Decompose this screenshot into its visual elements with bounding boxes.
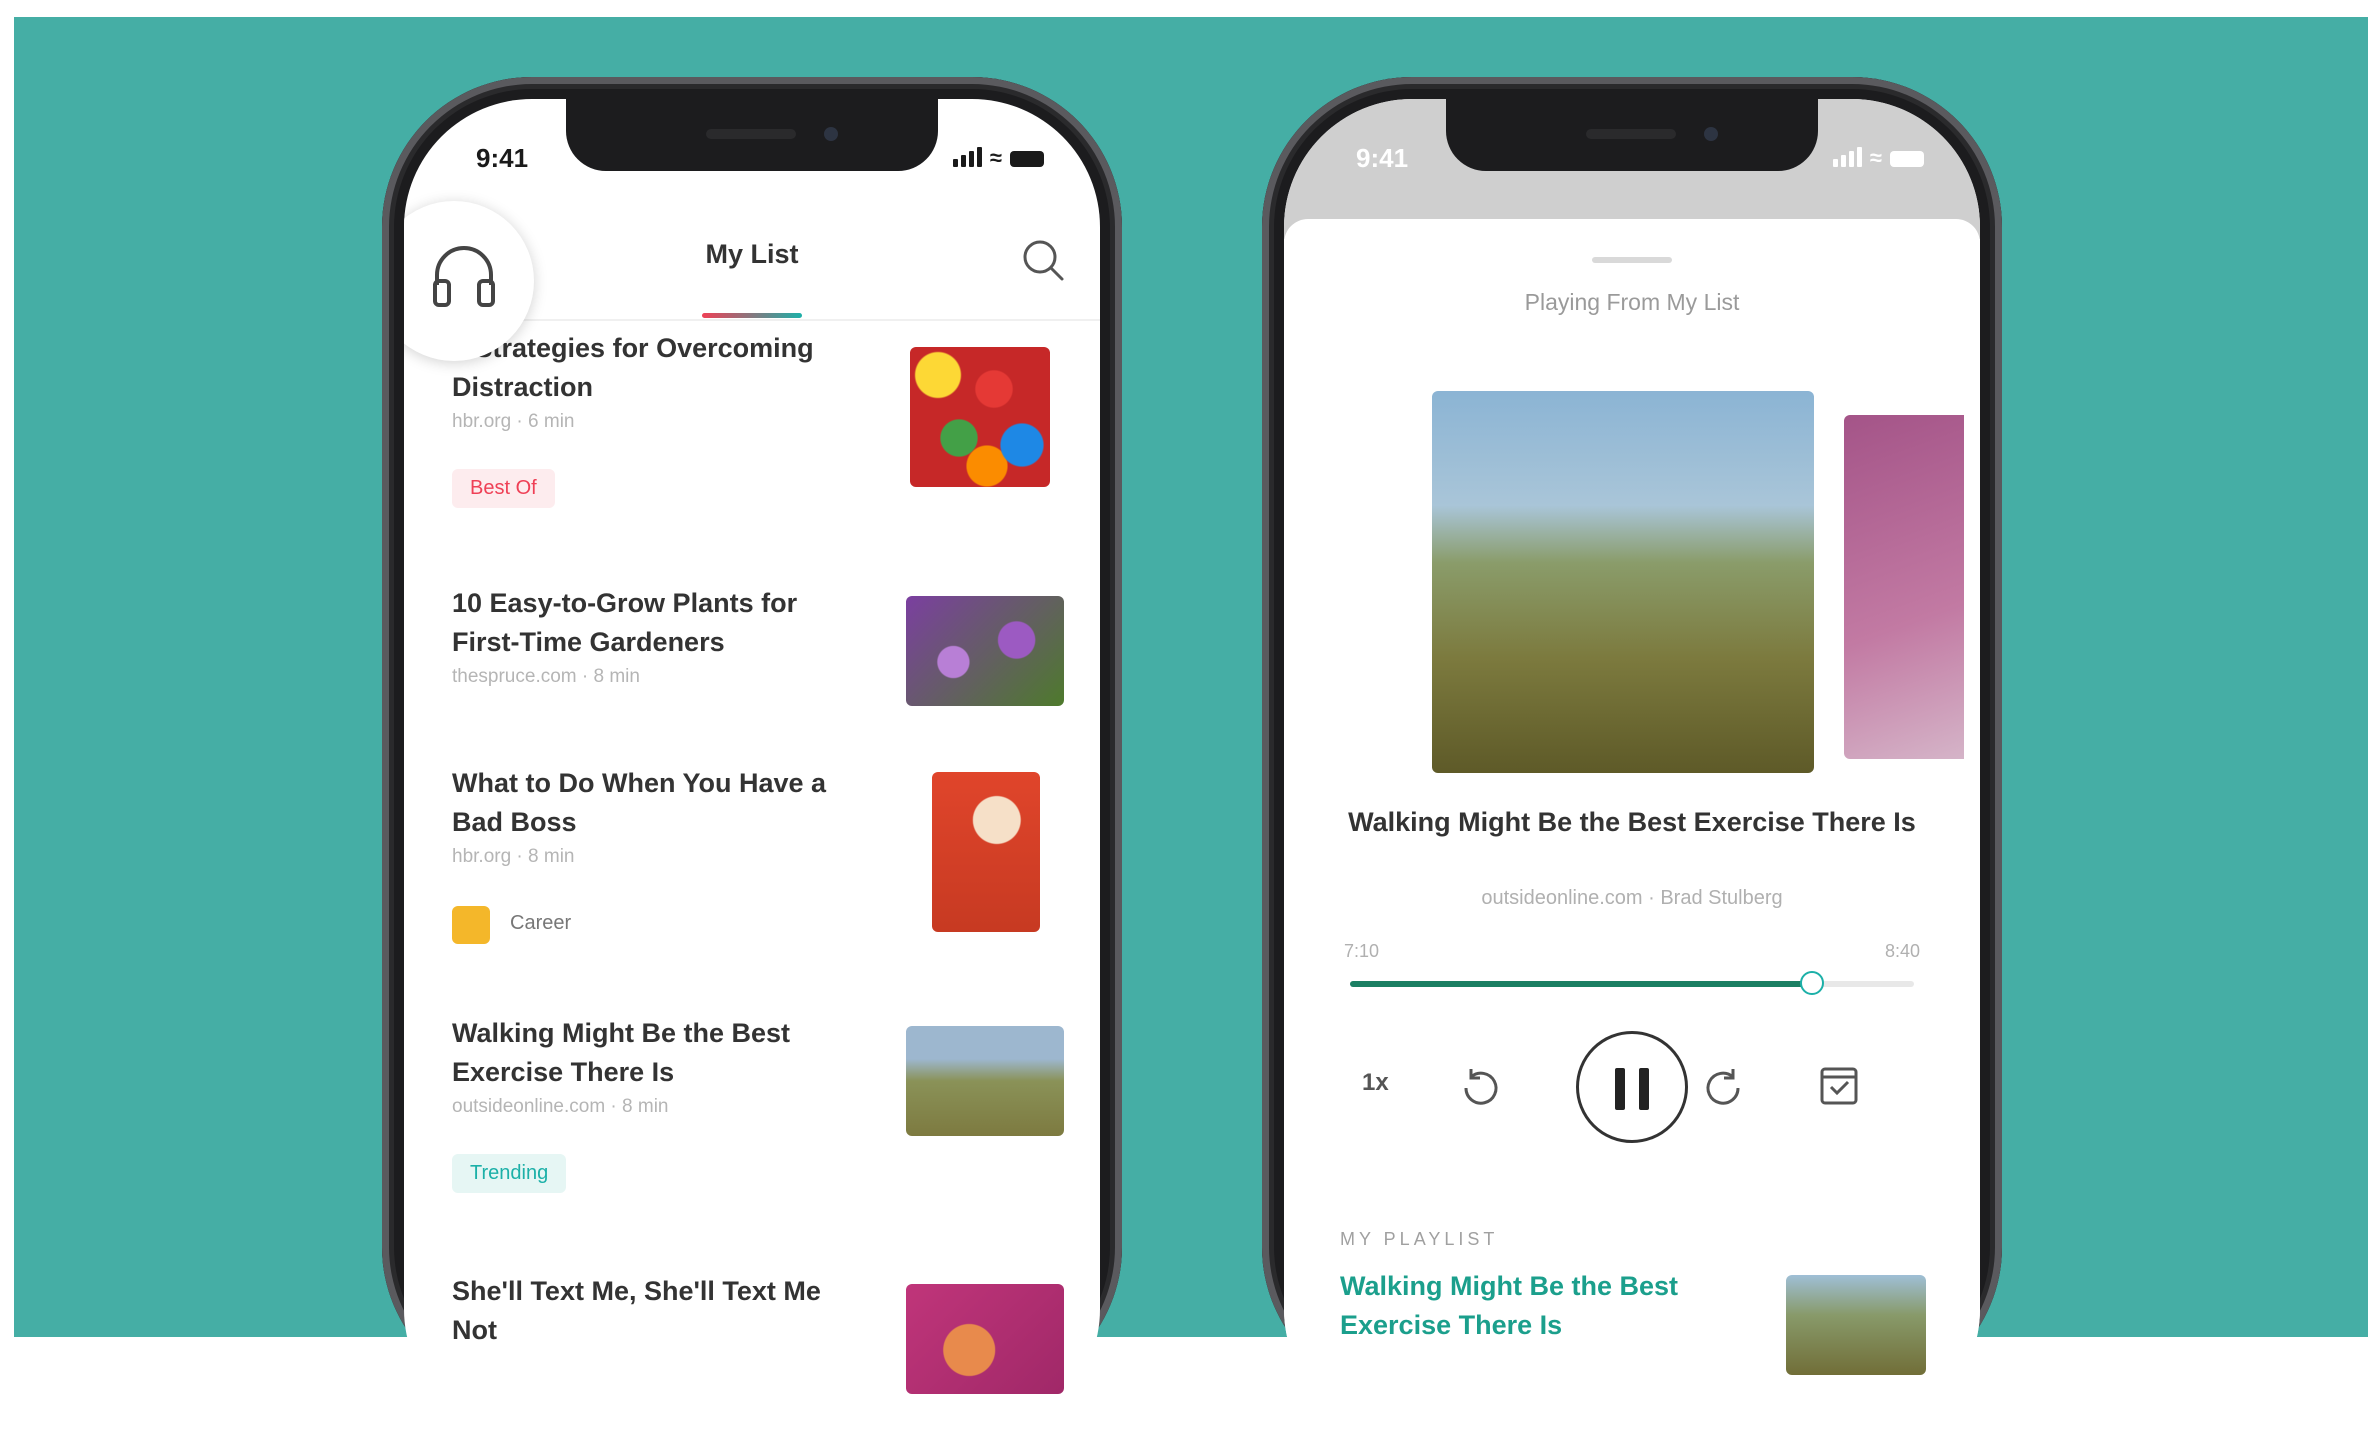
battery-icon xyxy=(1010,151,1044,167)
phone-notch xyxy=(1446,99,1818,171)
article-list: 4 Strategies for Overcoming Distraction … xyxy=(404,319,1100,1412)
article-meta: thespruce.com · 8 min xyxy=(452,666,640,687)
battery-icon xyxy=(1890,151,1924,167)
pause-bar-right xyxy=(1639,1068,1649,1110)
article-thumbnail[interactable] xyxy=(906,1026,1064,1136)
list-item[interactable]: 10 Easy-to-Grow Plants for First-Time Ga… xyxy=(404,574,1100,754)
article-title[interactable]: What to Do When You Have a Bad Boss xyxy=(452,764,852,842)
wifi-icon: ≈ xyxy=(989,145,1002,170)
player-sheet: Playing From My List Walking Might Be th… xyxy=(1284,219,1980,1437)
now-playing-meta: outsideonline.com · Brad Stulberg xyxy=(1481,887,1783,909)
article-thumbnail[interactable] xyxy=(906,596,1064,706)
article-meta: hbr.org · 6 min xyxy=(452,411,575,432)
article-meta: hbr.org · 8 min xyxy=(452,846,575,867)
playback-controls: 1x xyxy=(1284,1031,1980,1151)
progress-slider[interactable] xyxy=(1350,971,1914,995)
article-title[interactable]: Walking Might Be the Best Exercise There… xyxy=(452,1014,852,1092)
badge-best-of: Best Of xyxy=(452,469,555,508)
list-item[interactable]: Walking Might Be the Best Exercise There… xyxy=(404,1004,1100,1262)
rewind-15-icon[interactable] xyxy=(1454,1061,1508,1115)
list-item[interactable]: 4 Strategies for Overcoming Distraction … xyxy=(404,319,1100,574)
remaining-time: 8:40 xyxy=(1884,941,1920,961)
article-title[interactable]: 10 Easy-to-Grow Plants for First-Time Ga… xyxy=(452,584,852,662)
my-list-screen: 9:41 ≈ My List 4 Strategies for Overcomi… xyxy=(404,99,1100,1437)
speed-button[interactable]: 1x xyxy=(1362,1069,1389,1097)
playlist-label: MY PLAYLIST xyxy=(1340,1229,1499,1249)
drag-handle[interactable] xyxy=(1592,257,1672,263)
signal-icon xyxy=(1832,147,1862,167)
list-item[interactable]: What to Do When You Have a Bad Boss hbr.… xyxy=(404,754,1100,1004)
playlist-next-title[interactable]: Walking Might Be the Best Exercise There… xyxy=(1340,1267,1720,1345)
article-thumbnail[interactable] xyxy=(932,772,1040,932)
progress-knob[interactable] xyxy=(1800,971,1825,995)
now-playing-title: Walking Might Be the Best Exercise There… xyxy=(1348,807,1916,837)
headphones-icon xyxy=(433,246,495,307)
article-title[interactable]: She'll Text Me, She'll Text Me Not xyxy=(452,1272,852,1350)
archive-icon[interactable] xyxy=(1814,1061,1864,1111)
badge-trending: Trending xyxy=(452,1154,567,1193)
tab-indicator xyxy=(702,313,802,318)
list-item[interactable]: She'll Text Me, She'll Text Me Not xyxy=(404,1262,1100,1412)
article-title[interactable]: 4 Strategies for Overcoming Distraction xyxy=(452,329,852,407)
progress-fill xyxy=(1350,981,1813,987)
playlist-thumbnail[interactable] xyxy=(1786,1275,1926,1375)
phone-my-list: 9:41 ≈ My List 4 Strategies for Overcomi… xyxy=(382,77,1122,1437)
article-thumbnail[interactable] xyxy=(906,1284,1064,1394)
pause-bar-left xyxy=(1615,1068,1625,1110)
next-artwork-peek[interactable] xyxy=(1844,415,1964,759)
article-thumbnail[interactable] xyxy=(910,347,1050,487)
top-bar: My List xyxy=(404,201,1100,361)
article-meta: outsideonline.com · 8 min xyxy=(452,1096,669,1117)
signal-icon xyxy=(952,147,982,167)
search-icon[interactable] xyxy=(1020,237,1066,283)
forward-15-icon[interactable] xyxy=(1696,1061,1750,1115)
elapsed-time: 7:10 xyxy=(1344,941,1380,961)
phone-listen-player: 9:41 ≈ Playing From My List Walking Migh… xyxy=(1262,77,2002,1437)
status-time: 9:41 xyxy=(476,143,529,173)
player-screen: 9:41 ≈ Playing From My List Walking Migh… xyxy=(1284,99,1980,1437)
status-time: 9:41 xyxy=(1356,143,1409,173)
promo-background: 9:41 ≈ My List 4 Strategies for Overcomi… xyxy=(14,17,2368,1437)
career-icon xyxy=(452,906,490,944)
phone-notch xyxy=(566,99,938,171)
now-playing-artwork xyxy=(1432,391,1814,773)
pause-button[interactable] xyxy=(1576,1031,1688,1143)
wifi-icon: ≈ xyxy=(1869,145,1882,170)
playing-from-label: Playing From My List xyxy=(1524,289,1740,315)
badge-career: Career xyxy=(510,912,572,934)
